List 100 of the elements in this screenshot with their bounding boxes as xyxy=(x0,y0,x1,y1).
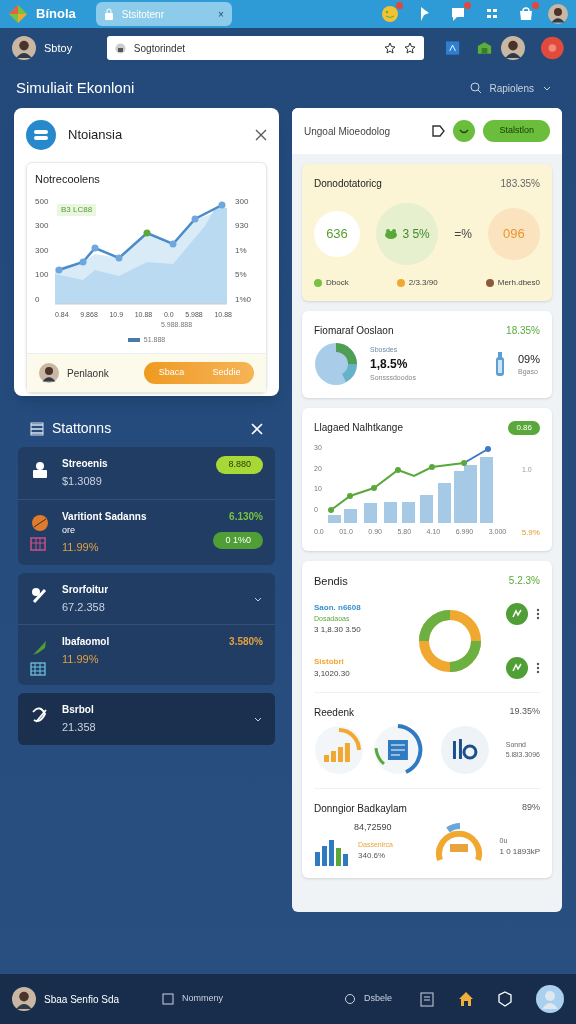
bar xyxy=(384,502,397,523)
data-point xyxy=(169,240,177,247)
axis-label: 300 xyxy=(235,195,250,208)
legend-label: Dbock xyxy=(326,277,349,289)
card-value: 18.35% xyxy=(506,324,540,338)
more-icon[interactable] xyxy=(536,661,540,674)
avatar-icon xyxy=(12,987,36,1011)
tools-icon[interactable] xyxy=(251,422,263,435)
station-name: Srorfoitur xyxy=(62,582,110,597)
section-title: Donngior Badkaylam xyxy=(314,802,407,816)
close-button[interactable]: × xyxy=(217,6,224,22)
station-name: Streoenis xyxy=(62,457,109,471)
document-icon[interactable] xyxy=(445,40,461,56)
bar-chart-icon xyxy=(314,838,350,866)
document-icon[interactable] xyxy=(162,993,174,1005)
value-tag: B3 LC88 xyxy=(57,203,97,216)
line-segment xyxy=(463,448,489,464)
box-icon[interactable] xyxy=(476,39,494,57)
card-title: Fiomaraf Ooslaon xyxy=(314,324,394,338)
station-note: ore xyxy=(62,523,76,537)
database-icon xyxy=(26,120,56,150)
chart-button-icon[interactable] xyxy=(506,602,528,625)
station-value: 67.2.358 xyxy=(62,599,106,615)
bar xyxy=(464,465,477,523)
stat-value: 1,8.5% xyxy=(370,356,409,373)
user-name: Sbaa Senfio Sda xyxy=(44,992,121,1007)
clipboard-icon[interactable] xyxy=(420,991,434,1007)
stat-value: 1 0 1893kP xyxy=(499,846,540,858)
page-title: Simuliait Ekonloni xyxy=(16,77,136,98)
card-title: Donodotatoricg xyxy=(314,177,382,191)
tag-icon[interactable] xyxy=(431,124,446,138)
section-title: Reedenk xyxy=(314,706,355,720)
status-badge: 8.880 xyxy=(216,456,263,474)
search-icon xyxy=(344,993,356,1005)
axis-label: 1%0 xyxy=(235,293,252,306)
station-value: 11.99% xyxy=(62,652,100,667)
ball-icon xyxy=(30,512,50,533)
status-button[interactable]: Stalstlon xyxy=(483,120,550,142)
search-button[interactable]: Dsbele xyxy=(344,992,392,1006)
address-field[interactable]: Sogtorindet xyxy=(106,36,424,60)
calendar-icon xyxy=(30,536,46,551)
star-icon[interactable] xyxy=(383,42,396,54)
data-point xyxy=(115,254,123,261)
close-icon[interactable] xyxy=(255,129,267,141)
search-icon xyxy=(469,82,482,94)
logo-icon xyxy=(8,4,28,24)
station-row[interactable]: Srorfoitur 67.2.358 xyxy=(18,572,275,624)
axis-label: 300 xyxy=(35,220,50,232)
phone-icon[interactable] xyxy=(453,120,476,142)
panel-title: Stattonns xyxy=(52,419,113,438)
avatar-icon xyxy=(12,36,36,60)
legend-swatch xyxy=(127,337,140,342)
bar xyxy=(344,509,357,523)
star-icon[interactable] xyxy=(403,42,416,54)
document-gauge-icon xyxy=(371,724,424,776)
popup-title: Ntoiansia xyxy=(68,126,124,145)
axis-label: 1% xyxy=(235,244,248,257)
avatar-icon xyxy=(39,363,59,383)
bar xyxy=(420,495,433,523)
table-icon xyxy=(30,662,46,676)
panel-title: Ungoal Mioeodolog xyxy=(304,124,392,139)
data-point xyxy=(328,507,334,513)
section-value: 89% xyxy=(522,801,540,814)
lock-icon xyxy=(103,8,114,20)
legend-label: Merh.dbes0 xyxy=(497,277,540,289)
stat-value: 09% xyxy=(517,351,540,367)
axis-label: 5% xyxy=(235,269,248,281)
data-point xyxy=(371,485,377,491)
data-point xyxy=(395,467,401,473)
station-row[interactable]: Varitiont Sadanns ore 11.99% 6.130% 0 1%0 xyxy=(18,498,275,565)
avatar-icon[interactable] xyxy=(536,985,564,1013)
station-row[interactable]: Ibafaomol 11.99% 3.580% xyxy=(18,624,275,685)
pie-chart-icon xyxy=(314,342,358,386)
stat-value: 84,72590 xyxy=(354,820,393,834)
browser-tab[interactable]: Stsitotenr × xyxy=(95,2,232,26)
status-badge: 0 1%0 xyxy=(213,531,263,549)
station-value: 21.358 xyxy=(62,720,97,735)
avatar-icon xyxy=(501,36,526,60)
signal-gauge-icon xyxy=(314,725,364,775)
bar xyxy=(402,502,415,523)
record-button-icon[interactable] xyxy=(541,36,564,60)
more-icon[interactable] xyxy=(536,607,540,620)
bar xyxy=(480,457,493,523)
data-point xyxy=(143,229,151,236)
reports-menu[interactable]: Rapiolens xyxy=(469,80,552,96)
section-value: 19.35% xyxy=(509,705,540,718)
stat-value: =% xyxy=(454,226,472,243)
data-point xyxy=(429,464,435,470)
chart-button-icon[interactable] xyxy=(506,656,528,679)
station-row[interactable]: Streoenis $1.3089 8.880 xyxy=(18,447,275,499)
shield-icon[interactable] xyxy=(498,991,512,1007)
bottle-icon xyxy=(493,351,506,377)
stat-value: 340.6% xyxy=(358,850,387,862)
axis-label: 300 xyxy=(35,244,50,257)
home-icon[interactable] xyxy=(458,991,474,1007)
avatar-icon xyxy=(548,4,568,24)
frog-icon xyxy=(384,228,399,240)
bar xyxy=(438,483,451,523)
station-row[interactable]: Bsrbol 21.358 xyxy=(18,693,275,745)
card-value: 183.35% xyxy=(500,177,540,191)
